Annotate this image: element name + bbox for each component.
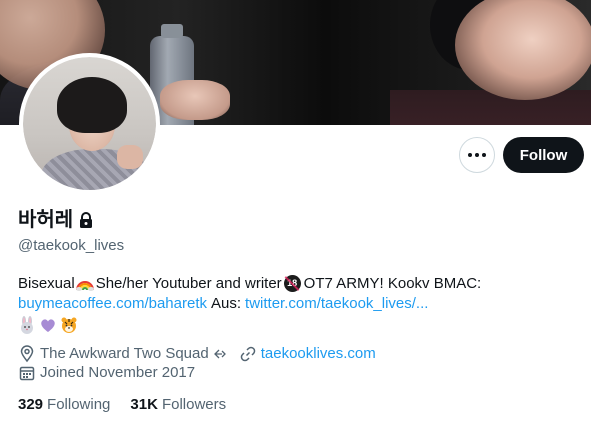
followers-link[interactable]: 31K Followers [130,395,226,415]
followers-label: Followers [161,396,227,413]
follow-button[interactable]: Follow [503,137,584,173]
tiger-emoji-icon [61,317,77,333]
followers-count: 31K [130,396,158,413]
bio-text-bisexual: Bisexual [18,274,75,292]
bio-text-aus: Aus: [211,294,242,312]
bio-emoji-line [18,315,578,335]
bio-line-1: Bisexual She/her Youtuber and writer 18 … [18,273,578,293]
location-item: The Awkward Two Squad [18,344,227,364]
more-dot-icon [475,153,479,157]
website-item[interactable]: taekooklives.com [239,344,376,364]
bio-link-aus[interactable]: twitter.com/taekook_lives/... [245,294,428,313]
joined-text: Joined November 2017 [40,364,196,381]
banner-right-face [455,0,591,100]
location-text: The Awkward Two Squad [40,345,209,362]
more-options-button[interactable] [459,137,495,173]
more-dot-icon [468,153,472,157]
lock-icon [80,211,93,228]
avatar-hand [117,145,143,169]
bio-link-bmac[interactable]: buymeacoffee.com/baharetk [18,294,207,313]
hand-pointing-icon [213,349,226,359]
bio-text-pronouns: She/her Youtuber and writer [95,274,282,292]
profile-joined-row: Joined November 2017 [18,363,207,383]
profile-avatar[interactable] [19,53,160,194]
profile-meta-row: The Awkward Two Squad taekooklives.com [18,344,388,364]
rainbow-emoji-icon [75,281,94,291]
joined-item: Joined November 2017 [18,363,195,383]
profile-bio: Bisexual She/her Youtuber and writer 18 … [18,273,578,335]
display-name: 바허레 [18,207,74,231]
following-count: 329 [18,396,44,413]
website-link[interactable]: taekooklives.com [261,344,376,364]
follow-stats: 329 Following 31K Followers [18,395,226,415]
link-icon [240,346,255,362]
following-label: Following [47,396,111,413]
bio-text-army: OT7 ARMY! Kookv BMAC: [303,274,482,292]
more-dot-icon [482,153,486,157]
calendar-icon [19,366,35,381]
banner-hand [160,80,230,120]
rabbit-emoji-icon [21,316,33,334]
banner-right-shirt [390,90,591,125]
avatar-hair [57,77,127,133]
purple-heart-emoji-icon [41,319,55,332]
profile-handle: @taekook_lives [18,237,125,254]
bio-line-2: buymeacoffee.com/baharetk Aus: twitter.c… [18,293,578,313]
display-name-row: 바허레 [18,207,93,231]
location-pin-icon [20,345,34,363]
following-link[interactable]: 329 Following [18,395,110,415]
no-under-18-icon: 18 [283,274,301,292]
